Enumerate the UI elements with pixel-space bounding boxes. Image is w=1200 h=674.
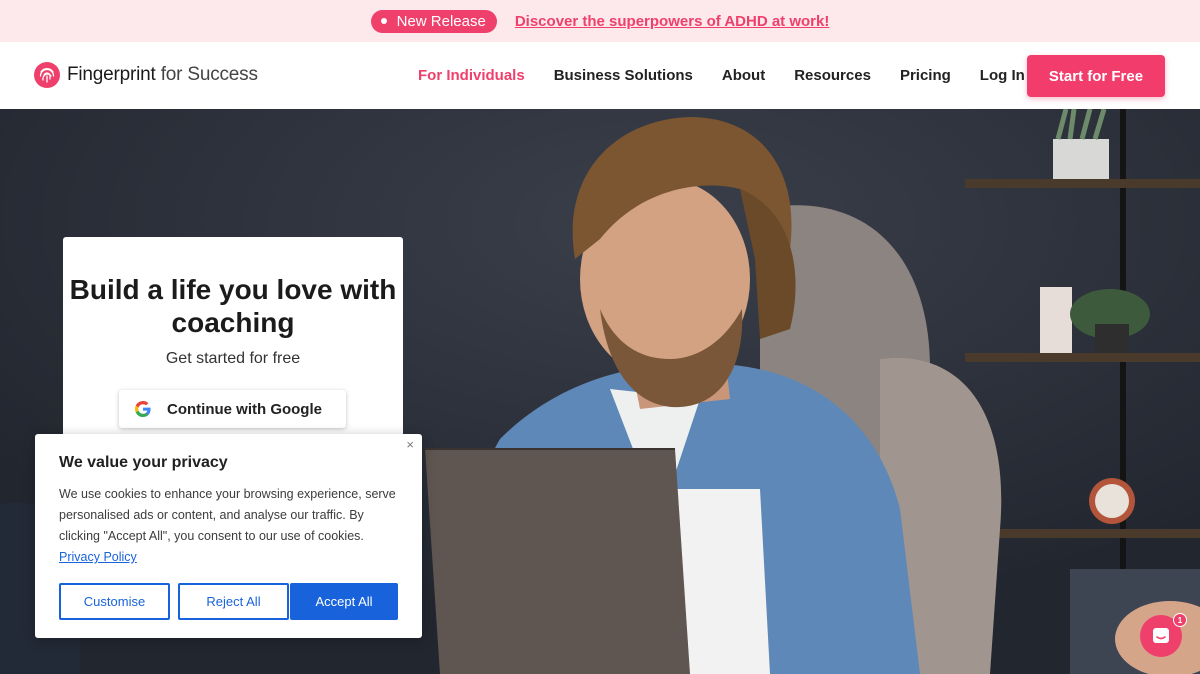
fingerprint-logo-icon <box>34 62 60 88</box>
cookie-title: We value your privacy <box>59 454 228 471</box>
announcement-bar: New Release Discover the superpowers of … <box>0 0 1200 42</box>
accept-all-button[interactable]: Accept All <box>290 583 398 620</box>
chat-icon <box>1153 628 1169 643</box>
nav-business-solutions[interactable]: Business Solutions <box>554 67 693 84</box>
nav-about[interactable]: About <box>722 67 765 84</box>
new-release-label: New Release <box>396 12 486 30</box>
google-icon <box>135 401 151 417</box>
logo[interactable]: Fingerprint for Success <box>34 62 258 88</box>
start-for-free-button[interactable]: Start for Free <box>1027 55 1165 97</box>
cookie-banner: × We value your privacy We use cookies t… <box>35 434 422 638</box>
hero-subtitle: Get started for free <box>165 350 301 367</box>
nav-log-in[interactable]: Log In <box>980 67 1025 84</box>
logo-suffix: for Success <box>155 64 258 85</box>
nav-pricing[interactable]: Pricing <box>900 67 951 84</box>
nav-resources[interactable]: Resources <box>794 67 871 84</box>
logo-text: Fingerprint for Success <box>67 64 258 86</box>
cookie-body: We use cookies to enhance your browsing … <box>59 487 396 543</box>
privacy-policy-link[interactable]: Privacy Policy <box>59 550 137 564</box>
nav-for-individuals[interactable]: For Individuals <box>418 67 525 84</box>
hero-title: Build a life you love with coaching <box>69 274 397 338</box>
chat-badge: 1 <box>1173 613 1187 627</box>
main-nav: For Individuals Business Solutions About… <box>418 42 1054 109</box>
reject-all-button[interactable]: Reject All <box>178 583 289 620</box>
dot-icon <box>380 18 387 24</box>
close-icon[interactable]: × <box>406 437 414 452</box>
logo-brand: Fingerprint <box>67 64 156 85</box>
google-button-label: Continue with Google <box>167 400 322 418</box>
continue-with-google-button[interactable]: Continue with Google <box>119 390 346 428</box>
site-header: Fingerprint for Success For Individuals … <box>0 42 1200 109</box>
chat-launcher-button[interactable]: 1 <box>1140 613 1187 657</box>
customise-button[interactable]: Customise <box>59 583 170 620</box>
signup-card: Build a life you love with coaching Get … <box>63 237 403 467</box>
cookie-text: We use cookies to enhance your browsing … <box>59 484 399 568</box>
new-release-pill[interactable]: New Release <box>370 9 497 33</box>
announcement-link[interactable]: Discover the superpowers of ADHD at work… <box>515 13 830 30</box>
